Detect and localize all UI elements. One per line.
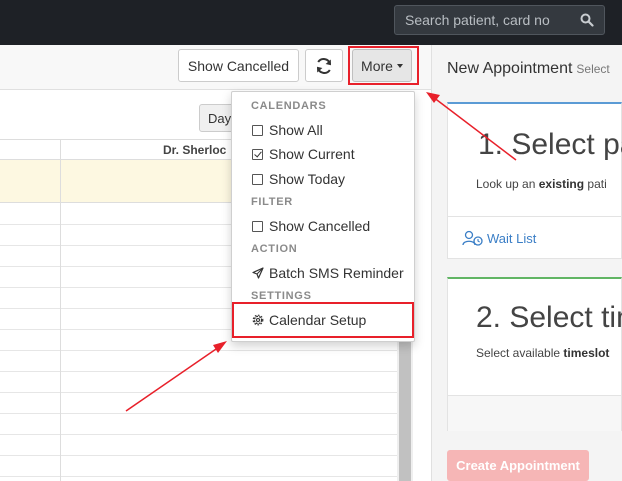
refresh-icon: [317, 57, 331, 74]
search-icon: [580, 13, 594, 27]
checkbox-unchecked-icon: [252, 173, 263, 185]
top-navbar: [0, 0, 622, 45]
menu-item-show-cancelled[interactable]: Show Cancelled: [252, 218, 370, 234]
refresh-button[interactable]: [305, 49, 343, 82]
time-column-divider: [60, 139, 61, 481]
menu-item-show-current[interactable]: Show Current: [252, 146, 355, 162]
provider-column-header: Dr. Sherloc: [163, 143, 227, 157]
select-time-card: 2. Select tin Select available timeslot: [447, 277, 622, 431]
menu-item-batch-sms-reminder[interactable]: Batch SMS Reminder: [252, 265, 404, 281]
step2-desc-prefix: Select available: [476, 346, 564, 360]
new-appointment-title: New Appointment Select: [447, 60, 610, 78]
checkbox-unchecked-icon: [252, 220, 263, 232]
step1-heading: 1. Select pa: [478, 128, 622, 161]
step2-desc-bold: timeslot: [563, 346, 610, 360]
card-divider: [448, 216, 622, 217]
menu-header-action: ACTION: [251, 243, 298, 255]
menu-item-show-all[interactable]: Show All: [252, 122, 323, 138]
select-patient-card: 1. Select pa Look up an existing pati Wa…: [447, 102, 622, 259]
menu-header-calendars: CALENDARS: [251, 100, 327, 112]
patient-search-box: [394, 5, 605, 35]
menu-item-show-cancelled-label: Show Cancelled: [269, 218, 371, 234]
search-button[interactable]: [570, 6, 604, 34]
menu-item-show-current-label: Show Current: [269, 146, 355, 162]
menu-header-settings: SETTINGS: [251, 290, 312, 302]
wait-list-link[interactable]: Wait List: [462, 230, 536, 246]
select-time-card-footer: [448, 395, 621, 431]
checkbox-checked-icon: [252, 148, 263, 160]
step2-heading: 2. Select tin: [476, 301, 622, 334]
menu-item-batch-sms-label: Batch SMS Reminder: [269, 265, 404, 281]
step1-description: Look up an existing pati: [476, 177, 607, 191]
step2-description: Select available timeslot: [476, 346, 609, 360]
checkbox-unchecked-icon: [252, 124, 263, 136]
new-appointment-title-sub: Select: [576, 62, 610, 76]
wait-list-label: Wait List: [487, 230, 537, 246]
show-cancelled-button[interactable]: Show Cancelled: [178, 49, 299, 82]
annotation-highlight-calendar-setup: [232, 302, 414, 338]
paper-plane-icon: [252, 267, 264, 279]
new-appointment-title-text: New Appointment: [447, 60, 573, 77]
create-appointment-button[interactable]: Create Appointment: [447, 450, 589, 481]
patient-search-input[interactable]: [395, 6, 569, 34]
step1-desc-bold: existing: [538, 177, 585, 191]
user-clock-icon: [462, 230, 483, 246]
step1-desc-prefix: Look up an: [476, 177, 539, 191]
step1-desc-suffix: pati: [584, 177, 607, 191]
menu-header-filter: FILTER: [251, 196, 293, 208]
menu-item-show-today-label: Show Today: [269, 171, 346, 187]
annotation-highlight-more: [348, 46, 419, 85]
menu-item-show-all-label: Show All: [269, 122, 323, 138]
menu-item-show-today[interactable]: Show Today: [252, 171, 345, 187]
